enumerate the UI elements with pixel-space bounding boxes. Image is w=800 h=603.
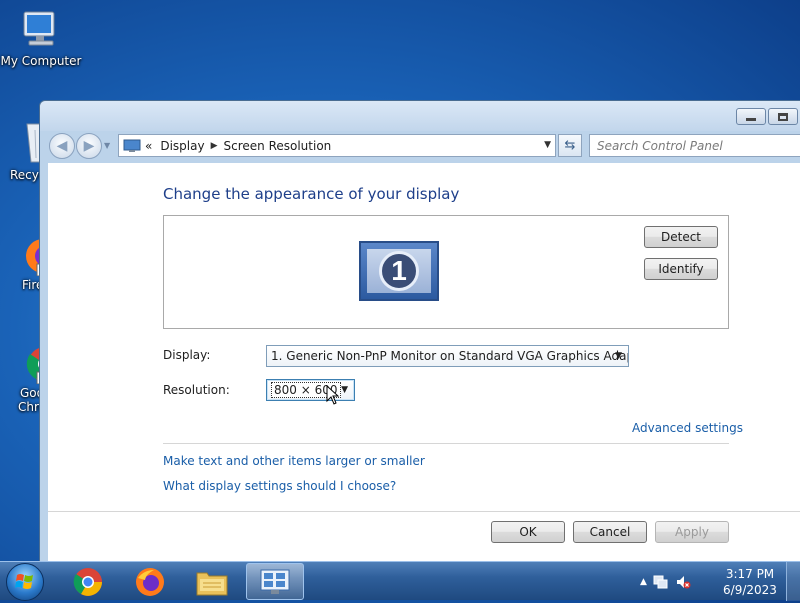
display-settings-icon <box>260 569 290 594</box>
breadcrumb-screen-resolution[interactable]: Screen Resolution <box>224 139 332 153</box>
navigation-bar: ◀ ▶ ▼ « Display ▶ Screen Resolution ▼ ⇆ … <box>40 131 800 161</box>
taskbar-display-settings[interactable] <box>246 563 304 600</box>
taskbar-chrome[interactable] <box>60 563 116 600</box>
apply-button[interactable]: Apply <box>655 521 729 543</box>
maximize-icon <box>778 112 788 121</box>
cancel-button[interactable]: Cancel <box>573 521 647 543</box>
content-pane: Change the appearance of your display 1 … <box>48 163 800 561</box>
mouse-cursor-icon <box>326 385 340 405</box>
address-dropdown-icon[interactable]: ▼ <box>544 140 551 150</box>
clock-date: 6/9/2023 <box>723 583 777 597</box>
breadcrumb-display[interactable]: Display <box>160 139 204 153</box>
taskbar: ▲ 3:17 PM 6/9/2023 <box>0 561 800 601</box>
resolution-select[interactable]: 800 × 600 ▼ <box>266 379 355 401</box>
display-settings-help-link[interactable]: What display settings should I choose? <box>163 479 396 493</box>
volume-muted-icon[interactable] <box>675 574 691 590</box>
start-button[interactable] <box>6 563 44 601</box>
refresh-button[interactable]: ⇆ <box>558 134 582 157</box>
display-select[interactable]: 1. Generic Non-PnP Monitor on Standard V… <box>266 345 629 367</box>
firefox-icon <box>136 567 164 596</box>
monitor-preview-area: 1 Detect Identify <box>163 215 729 329</box>
computer-icon <box>23 11 55 46</box>
identify-button[interactable]: Identify <box>644 258 718 280</box>
chrome-icon <box>73 567 102 596</box>
control-panel-window: ◀ ▶ ▼ « Display ▶ Screen Resolution ▼ ⇆ … <box>39 100 800 562</box>
search-input[interactable]: Search Control Panel <box>589 134 800 157</box>
advanced-settings-link[interactable]: Advanced settings <box>632 421 743 435</box>
text-size-link[interactable]: Make text and other items larger or smal… <box>163 454 425 468</box>
clock-time: 3:17 PM <box>725 567 775 581</box>
minimize-button[interactable] <box>736 108 766 125</box>
forward-arrow-icon: ▶ <box>83 138 95 154</box>
show-hidden-icons-icon[interactable]: ▲ <box>640 577 647 587</box>
monitor-preview[interactable]: 1 <box>359 241 439 301</box>
show-desktop-button[interactable] <box>786 562 800 601</box>
monitor-number: 1 <box>379 251 419 291</box>
clock[interactable]: 3:17 PM 6/9/2023 <box>718 566 782 598</box>
taskbar-file-explorer[interactable] <box>184 563 240 600</box>
display-label: Display: <box>163 348 211 362</box>
system-tray: ▲ <box>640 562 691 601</box>
network-icon[interactable] <box>653 574 669 590</box>
recent-pages-dropdown-icon[interactable]: ▼ <box>104 141 110 150</box>
breadcrumb-lead[interactable]: « <box>145 139 152 153</box>
back-button[interactable]: ◀ <box>49 133 75 159</box>
resolution-label: Resolution: <box>163 383 230 397</box>
refresh-icon: ⇆ <box>564 138 576 153</box>
back-arrow-icon: ◀ <box>56 138 68 154</box>
windows-logo-icon <box>15 574 33 589</box>
footer-divider <box>48 511 800 512</box>
page-title: Change the appearance of your display <box>163 185 460 203</box>
display-select-value: 1. Generic Non-PnP Monitor on Standard V… <box>271 349 629 363</box>
taskbar-firefox[interactable] <box>122 563 178 600</box>
desktop-icon-my-computer[interactable]: My Computer <box>0 8 82 68</box>
folder-icon <box>196 572 228 595</box>
divider <box>163 443 729 444</box>
chevron-down-icon: ▼ <box>341 385 348 395</box>
desktop-icon-label: My Computer <box>0 54 82 68</box>
breadcrumb-separator-icon[interactable]: ▶ <box>211 141 218 151</box>
ok-button[interactable]: OK <box>491 521 565 543</box>
minimize-icon <box>746 118 756 121</box>
control-panel-icon <box>123 139 141 152</box>
chevron-down-icon: ▼ <box>615 351 622 361</box>
title-bar[interactable] <box>40 101 800 131</box>
address-bar[interactable]: « Display ▶ Screen Resolution ▼ <box>118 134 556 157</box>
forward-button[interactable]: ▶ <box>76 133 102 159</box>
caption-buttons <box>736 108 798 125</box>
detect-button[interactable]: Detect <box>644 226 718 248</box>
maximize-button[interactable] <box>768 108 798 125</box>
